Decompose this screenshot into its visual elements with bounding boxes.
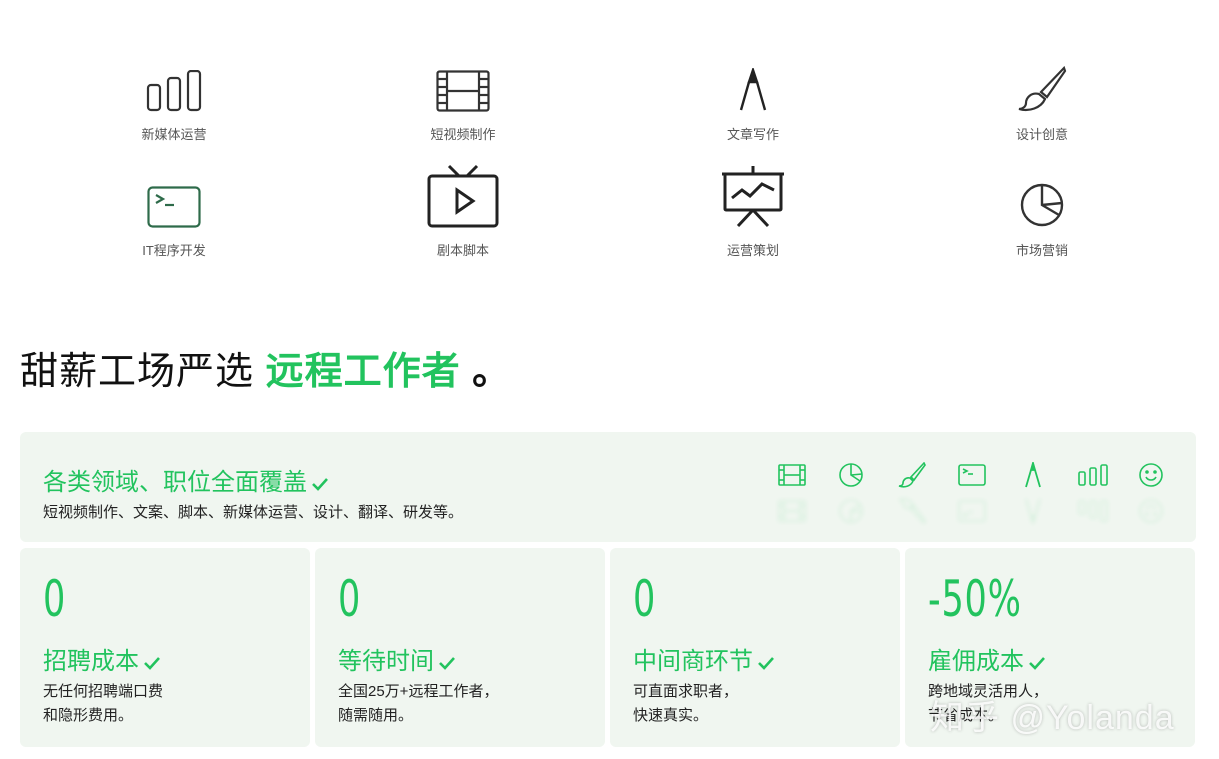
headline-prefix: 甜薪工场严选 bbox=[20, 351, 266, 393]
coverage-title: 各类领域、职位全面覆盖 bbox=[43, 462, 329, 497]
icon-reflection bbox=[1139, 499, 1163, 523]
category-row-2: IT程序开发 剧本脚本 运营策划 市场营销 bbox=[0, 164, 1219, 290]
benefit-title: 中间商环节 bbox=[633, 641, 775, 676]
coverage-icon-strip bbox=[778, 459, 1168, 524]
category-writing[interactable]: 文章写作 bbox=[663, 58, 843, 143]
bar-chart-icon[interactable] bbox=[1078, 460, 1108, 522]
tv-play-icon bbox=[373, 164, 553, 228]
category-row-1: 新媒体运营 短视频制作 文章写作 设计创意 bbox=[0, 58, 1219, 174]
category-label: 市场营销 bbox=[1015, 243, 1068, 258]
coverage-subtitle: 短视频制作、文案、脚本、新媒体运营、设计、翻译、研发等。 bbox=[43, 504, 464, 521]
compass-pen-icon bbox=[663, 58, 843, 112]
check-icon bbox=[144, 656, 160, 670]
icon-reflection bbox=[778, 500, 806, 522]
check-icon bbox=[758, 656, 774, 670]
benefit-description: 全国25万+远程工作者， 随需随用。 bbox=[338, 683, 499, 724]
category-marketing[interactable]: 市场营销 bbox=[952, 174, 1132, 259]
pie-chart-icon[interactable] bbox=[838, 460, 868, 523]
compass-pen-icon[interactable] bbox=[1018, 459, 1048, 524]
check-icon bbox=[1029, 656, 1045, 670]
icon-reflection bbox=[1078, 500, 1108, 522]
category-label: 运营策划 bbox=[726, 243, 779, 258]
category-new-media[interactable]: 新媒体运营 bbox=[84, 58, 264, 143]
film-icon[interactable] bbox=[778, 460, 808, 522]
category-label: 短视频制作 bbox=[430, 127, 496, 142]
check-icon bbox=[439, 656, 455, 670]
benefit-card-middleman: 0 中间商环节 可直面求职者， 快速真实。 bbox=[610, 548, 900, 747]
smiley-icon[interactable] bbox=[1138, 460, 1168, 523]
category-short-video[interactable]: 短视频制作 bbox=[373, 58, 553, 143]
icon-reflection bbox=[898, 498, 926, 524]
benefit-description: 可直面求职者， 快速真实。 bbox=[633, 683, 739, 724]
paint-brush-icon[interactable] bbox=[898, 460, 928, 524]
category-label: IT程序开发 bbox=[142, 243, 206, 258]
benefit-description: 无任何招聘端口费 和隐形费用。 bbox=[43, 683, 164, 724]
terminal-icon bbox=[84, 174, 264, 228]
icon-reflection bbox=[1025, 498, 1041, 524]
category-label: 剧本脚本 bbox=[436, 243, 489, 258]
section-headline: 甜薪工场严选 远程工作者 。 bbox=[20, 340, 511, 395]
icon-reflection bbox=[839, 499, 863, 523]
benefit-card-recruit-cost: 0 招聘成本 无任何招聘端口费 和隐形费用。 bbox=[20, 548, 310, 747]
presentation-board-icon bbox=[663, 166, 843, 228]
pie-chart-icon bbox=[952, 174, 1132, 228]
category-grid: 新媒体运营 短视频制作 文章写作 设计创意 IT程序开发 剧本脚本 运营策划 市… bbox=[0, 58, 1219, 290]
headline-suffix: 。 bbox=[460, 351, 512, 393]
terminal-icon[interactable] bbox=[958, 460, 988, 522]
category-planning[interactable]: 运营策划 bbox=[663, 166, 843, 259]
benefit-title: 招聘成本 bbox=[43, 641, 161, 676]
film-icon bbox=[373, 58, 553, 112]
coverage-panel: 各类领域、职位全面覆盖 短视频制作、文案、脚本、新媒体运营、设计、翻译、研发等。 bbox=[20, 432, 1196, 542]
icon-reflection bbox=[958, 500, 986, 522]
category-script[interactable]: 剧本脚本 bbox=[373, 164, 553, 259]
benefit-number: 0 bbox=[633, 570, 657, 628]
benefit-number: -50% bbox=[928, 570, 1022, 628]
category-label: 文章写作 bbox=[726, 127, 779, 142]
bar-chart-icon bbox=[84, 58, 264, 112]
benefit-title: 等待时间 bbox=[338, 641, 456, 676]
paint-brush-icon bbox=[952, 58, 1132, 112]
benefit-title: 雇佣成本 bbox=[928, 641, 1046, 676]
benefit-number: 0 bbox=[338, 570, 362, 628]
headline-highlight: 远程工作者 bbox=[265, 351, 461, 393]
category-design[interactable]: 设计创意 bbox=[952, 58, 1132, 143]
category-label: 新媒体运营 bbox=[141, 127, 207, 142]
category-label: 设计创意 bbox=[1015, 127, 1068, 142]
benefit-card-wait-time: 0 等待时间 全国25万+远程工作者， 随需随用。 bbox=[315, 548, 605, 747]
benefit-number: 0 bbox=[43, 570, 67, 628]
category-it-dev[interactable]: IT程序开发 bbox=[84, 174, 264, 259]
watermark: 知乎 @Yolanda bbox=[930, 699, 1175, 737]
check-icon bbox=[312, 477, 328, 491]
